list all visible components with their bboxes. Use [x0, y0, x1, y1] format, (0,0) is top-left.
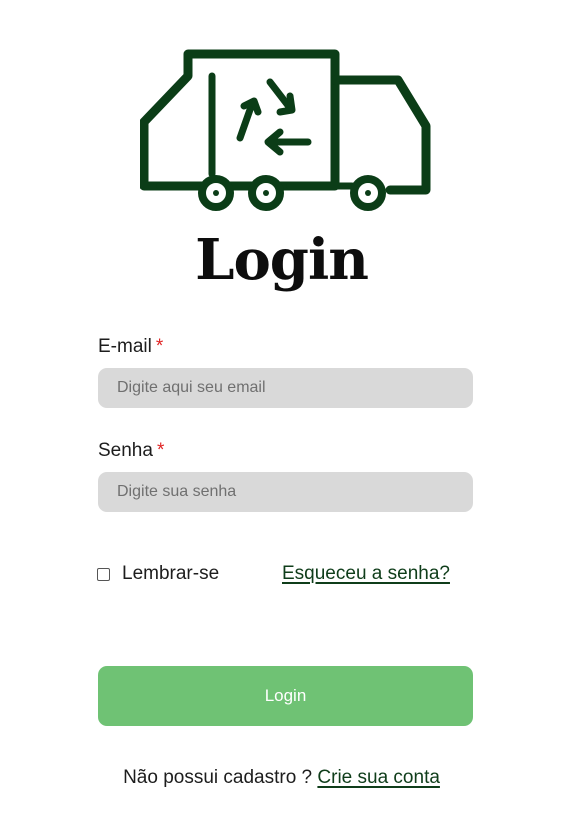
remember-label: Lembrar-se [122, 563, 220, 584]
signup-prompt: Não possui cadastro ? Crie sua conta [0, 767, 563, 789]
create-account-link[interactable]: Crie sua conta [317, 767, 440, 788]
remember-checkbox[interactable] [97, 567, 110, 581]
email-label: E-mail * [98, 336, 163, 358]
page-title: Login [195, 227, 369, 293]
password-label: Senha * [98, 440, 164, 462]
signup-prompt-text: Não possui cadastro ? [123, 767, 313, 788]
recycling-truck-icon [140, 49, 431, 211]
email-label-text: E-mail [98, 336, 152, 357]
email-input[interactable] [98, 368, 473, 408]
required-mark: * [155, 336, 164, 357]
password-input[interactable] [98, 472, 473, 512]
password-label-text: Senha [98, 440, 153, 461]
required-mark: * [156, 440, 165, 461]
login-button[interactable]: Login [98, 666, 473, 726]
forgot-password-link[interactable]: Esqueceu a senha? [282, 563, 450, 585]
remember-me[interactable]: Lembrar-se [97, 563, 219, 585]
